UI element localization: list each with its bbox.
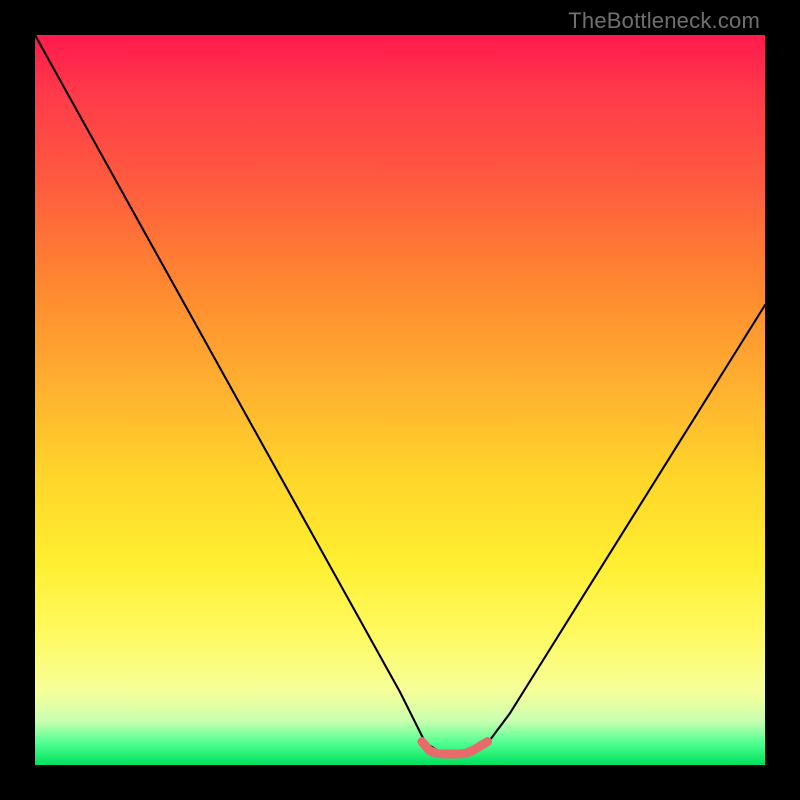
gradient-plot-area [35, 35, 765, 765]
curve-layer [35, 35, 765, 765]
bottleneck-curve-path [35, 35, 765, 754]
sweet-spot-band-path [422, 742, 488, 754]
chart-frame: TheBottleneck.com [0, 0, 800, 800]
attribution-label: TheBottleneck.com [568, 8, 760, 34]
